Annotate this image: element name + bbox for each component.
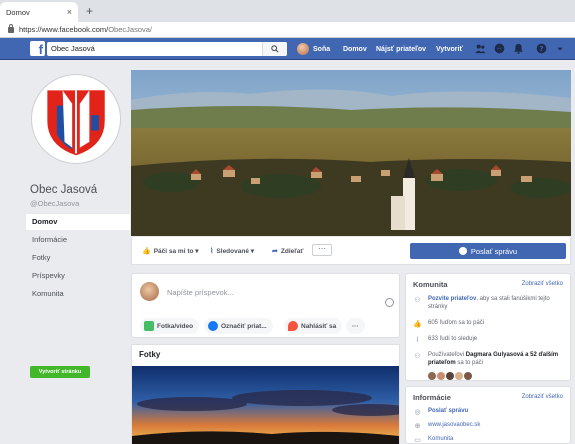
cover-photo[interactable] [131,70,571,236]
community-card: Komunita Zobraziť všetko ⚇ Pozvite priat… [405,273,571,381]
info-card: Informácie Zobraziť všetko ◎ Poslať sprá… [405,386,571,444]
cover-landscape-image [131,70,571,236]
follow-page-button[interactable]: ⌇ Sledované ▾ [210,247,254,256]
post-composer: Napíšte príspevok... Fotka/video Označiť… [131,273,400,338]
page-handle[interactable]: @ObecJasova [30,199,79,208]
help-icon[interactable]: ? [536,43,547,54]
nav-find-friends[interactable]: Nájsť priateľov [376,38,426,60]
emoji-icon[interactable] [385,298,394,307]
facebook-logo-icon[interactable]: f [30,41,45,56]
dropdown-icon[interactable] [556,43,564,54]
photos-section: Fotky [131,344,400,444]
search-icon [271,45,279,53]
friends-like-row: ⚇ Používateľovi Dagmara Gulyasová a 52 ď… [414,352,559,366]
photos-title[interactable]: Fotky [139,350,160,359]
lock-icon [8,23,14,33]
likes-row: 👍 605 ľuďom sa to páči [413,320,484,329]
messenger-icon: ◎ [414,409,421,416]
sunset-photo-image [132,366,399,444]
friend-avatars[interactable] [428,372,473,380]
info-send-message-row: ◎ Poslať správu [413,408,468,417]
page-action-bar: 👍 Páči sa mi to ▾ ⌇ Sledované ▾ ➦ Zdieľať ·… [131,237,571,265]
post-input[interactable]: Napíšte príspevok... [167,288,234,297]
browser-tab[interactable]: Domov × [0,2,78,22]
follows-row: ⌇ 633 ľudí to sleduje [413,336,477,345]
share-icon: ➦ [272,248,278,255]
create-page-button[interactable]: Vytvoriť stránku [30,366,90,378]
close-icon[interactable]: × [67,7,72,17]
checkin-button[interactable]: Nahlásiť sa [284,318,343,334]
sidebar-item-komunita[interactable]: Komunita [26,286,130,302]
sidebar-item-domov[interactable]: Domov [26,214,130,230]
info-title: Informácie [413,393,451,402]
friends-icon[interactable] [475,43,486,54]
share-page-button[interactable]: ➦ Zdieľať [272,247,303,256]
search-button[interactable] [262,42,287,56]
thumbs-up-icon: 👍 [413,321,422,328]
photo-icon [144,321,154,331]
globe-icon: ⊕ [414,423,421,430]
location-pin-icon [288,321,298,331]
more-options-button[interactable]: ··· [312,244,332,256]
category-icon: ▭ [414,437,421,444]
invite-friends-row: ⚇ Pozvite priateľov, aby sa stali fanúši… [414,296,550,310]
community-title: Komunita [413,280,448,289]
url-text: https://www.facebook.com/ObecJasova/ [19,25,152,34]
messenger-icon [458,247,467,255]
avatar [297,43,309,55]
avatar [455,372,463,380]
invite-friends-link[interactable]: Pozvite priateľov [428,296,476,302]
svg-text:?: ? [540,45,544,53]
left-column: Obec Jasová @ObecJasova Domov Informácie… [22,60,130,444]
website-row: ⊕ www.jasovaobec.sk [413,422,481,431]
nav-profile[interactable]: Soňa [297,38,330,60]
messenger-icon[interactable] [494,43,505,54]
thumbs-up-icon: 👍 [142,248,151,255]
search-input[interactable]: Obec Jasová [47,42,287,56]
new-tab-button[interactable]: + [86,4,93,18]
category-row: ▭ Komunita [413,436,453,444]
sidebar-item-informacie[interactable]: Informácie [26,232,130,248]
nav-home[interactable]: Domov [343,38,367,60]
info-see-all-link[interactable]: Zobraziť všetko [522,394,563,400]
like-page-button[interactable]: 👍 Páči sa mi to ▾ [142,247,199,256]
info-send-message-link[interactable]: Poslať správu [428,408,468,417]
composer-more-button[interactable]: ··· [346,318,365,334]
avatar [140,282,159,301]
avatar [437,372,445,380]
rss-icon: ⌇ [210,248,214,255]
avatar [446,372,454,380]
photo-thumbnail[interactable] [132,366,399,444]
avatar [428,372,436,380]
notifications-icon[interactable] [513,43,524,54]
category-link[interactable]: Komunita [428,436,453,444]
address-bar[interactable]: https://www.facebook.com/ObecJasova/ [0,22,575,38]
website-link[interactable]: www.jasovaobec.sk [428,422,480,431]
invite-friends-icon: ⚇ [414,297,421,304]
tag-friends-button[interactable]: Označiť priat... [204,318,273,334]
browser-tab-bar: Domov × + [0,0,575,22]
follows-count: 633 ľudí to sleduje [428,336,478,342]
avatar [464,372,472,380]
page-title: Obec Jasová [30,184,98,196]
nav-create[interactable]: Vytvoriť [436,38,463,60]
rss-icon: ⌇ [415,337,420,344]
sidebar-item-prispevky[interactable]: Príspevky [26,268,130,284]
village-crest-icon [35,78,117,160]
friends-icon: ⚇ [414,353,421,360]
sidebar-item-fotky[interactable]: Fotky [26,250,130,266]
tag-friends-icon [208,321,218,331]
browser-tab-title: Domov [6,7,30,17]
send-message-button[interactable]: Poslať správu [410,243,566,259]
profile-picture[interactable] [32,75,120,163]
likes-count: 605 ľuďom sa to páči [428,320,485,326]
facebook-header: f Obec Jasová Soňa Domov Nájsť priateľov… [0,38,575,60]
photo-video-button[interactable]: Fotka/video [140,318,200,334]
community-see-all-link[interactable]: Zobraziť všetko [522,281,563,287]
